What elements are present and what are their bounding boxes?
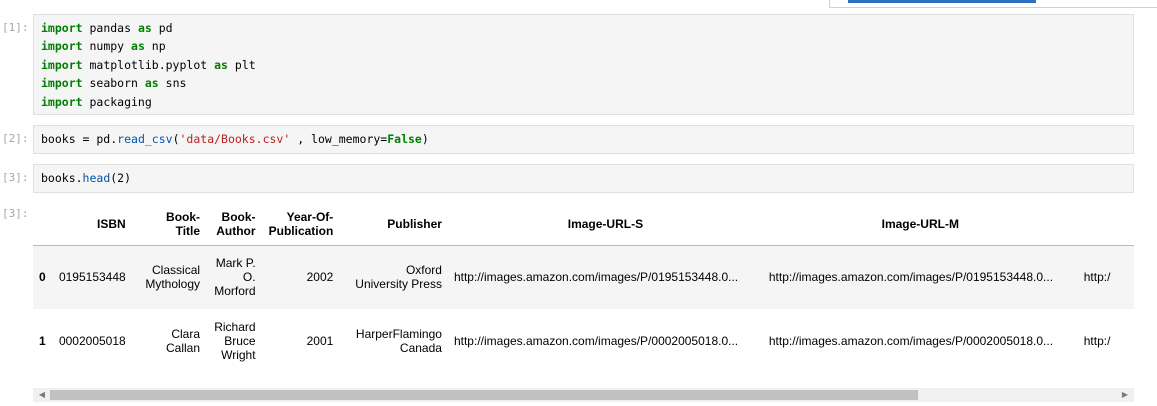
code-token: ) (421, 132, 429, 146)
code-token: as (137, 21, 152, 35)
dataframe-table: ISBN Book- Title Book- Author Year-Of- Publica… (33, 203, 1134, 373)
row-index: 1 (39, 334, 46, 348)
code-token: 'data/Books.csv' (179, 132, 291, 146)
code-token: read_csv (117, 132, 173, 146)
table-cell: http://images.amazon.com/images/P/019515… (453, 270, 739, 285)
code-token: head (82, 171, 111, 185)
code-token: np (144, 39, 166, 54)
column-header: Year-Of- Publication (268, 209, 334, 238)
table-cell: http://images.amazon.com/images/P/019515… (768, 270, 1054, 285)
code-line: import seaborn as sns (41, 74, 1133, 92)
index-header (33, 203, 53, 245)
table-cell: http:/ (1083, 270, 1111, 285)
code-token: ( (172, 132, 180, 146)
table-header-row: ISBN Book- Title Book- Author Year-Of- Publica… (33, 203, 1134, 245)
table-cell: http:/ (1083, 334, 1111, 348)
table-cell: 2002 (306, 270, 334, 285)
code-token: import (41, 57, 83, 72)
table-cell: 0195153448 (58, 270, 126, 285)
code-token: books = pd. (41, 132, 118, 146)
table-row: 1 0002005018 Clara Callan Richard Bruce Wright… (33, 309, 1134, 373)
cell-prompt: [3]: (2, 171, 29, 184)
code-token: pd (151, 21, 173, 35)
column-header: Book- Author (216, 209, 256, 238)
output-prompt: [3]: (2, 207, 29, 220)
code-line: import packaging (41, 93, 1133, 111)
code-token: as (131, 39, 145, 54)
scrollbar-thumb[interactable] (50, 390, 918, 400)
code-token: import (41, 21, 83, 35)
table-cell: HarperFlamingo Canada (355, 327, 442, 355)
code-line: import numpy as np (41, 37, 1133, 55)
code-token: as (144, 76, 159, 91)
code-token: matplotlib.pyplot (82, 57, 215, 72)
code-editor[interactable]: books.head(2) (33, 164, 1134, 193)
column-header: Book- Title (166, 209, 201, 238)
table-cell: http://images.amazon.com/images/P/000200… (768, 334, 1054, 348)
code-editor[interactable]: books = pd.read_csv('data/Books.csv' , l… (33, 125, 1134, 154)
code-token: sns (158, 76, 187, 91)
dataframe-output: ISBN Book- Title Book- Author Year-Of- Publica… (33, 203, 1134, 399)
code-editor[interactable]: import pandas as pd import numpy as np imp… (33, 14, 1134, 115)
code-token: , low_memory= (290, 132, 388, 146)
code-token: import (41, 76, 83, 91)
column-header: Image-URL-M (881, 216, 959, 231)
cell-prompt: [1]: (2, 21, 29, 34)
column-header: Publisher (387, 216, 442, 231)
code-token: packaging (82, 94, 152, 109)
table-cell: Mark P. O. Morford (214, 256, 256, 299)
code-token: import (41, 94, 83, 109)
table-cell: Classical Mythology (145, 263, 201, 292)
code-token: seaborn (82, 76, 145, 91)
table-cell: Richard Bruce Wright (214, 320, 256, 362)
table-cell: Oxford University Press (355, 263, 442, 292)
column-header: ISBN (97, 216, 126, 231)
cell-prompt: [2]: (2, 132, 29, 145)
code-token: numpy (82, 39, 132, 54)
code-line: books.head(2) (41, 169, 1133, 187)
horizontal-scrollbar[interactable]: ◀ ▶ (33, 388, 1134, 402)
code-token: books. (41, 171, 83, 185)
code-token: False (387, 132, 422, 146)
code-line: import pandas as pd (41, 19, 1133, 37)
scroll-left-arrow-icon[interactable]: ◀ (35, 388, 49, 402)
row-index: 0 (39, 270, 46, 285)
scroll-right-arrow-icon[interactable]: ▶ (1118, 388, 1132, 402)
code-token: plt (227, 57, 256, 72)
code-line: import matplotlib.pyplot as plt (41, 56, 1133, 74)
code-token: as (214, 57, 228, 72)
table-cell: 0002005018 (58, 334, 126, 348)
table-cell: Clara Callan (166, 327, 201, 355)
code-token: import (41, 39, 83, 54)
column-header (1078, 203, 1134, 245)
top-toolbar-widget (829, 0, 1157, 8)
table-row: 0 0195153448 Classical Mythology Mark P. O. Mo… (33, 245, 1134, 309)
table-cell: http://images.amazon.com/images/P/000200… (453, 334, 739, 348)
table-cell: 2001 (306, 334, 334, 348)
column-header: Image-URL-S (567, 216, 644, 231)
code-token: (2) (110, 171, 132, 185)
code-token: pandas (82, 21, 138, 35)
progress-underline (848, 0, 1036, 3)
code-line: books = pd.read_csv('data/Books.csv' , l… (41, 130, 1133, 148)
